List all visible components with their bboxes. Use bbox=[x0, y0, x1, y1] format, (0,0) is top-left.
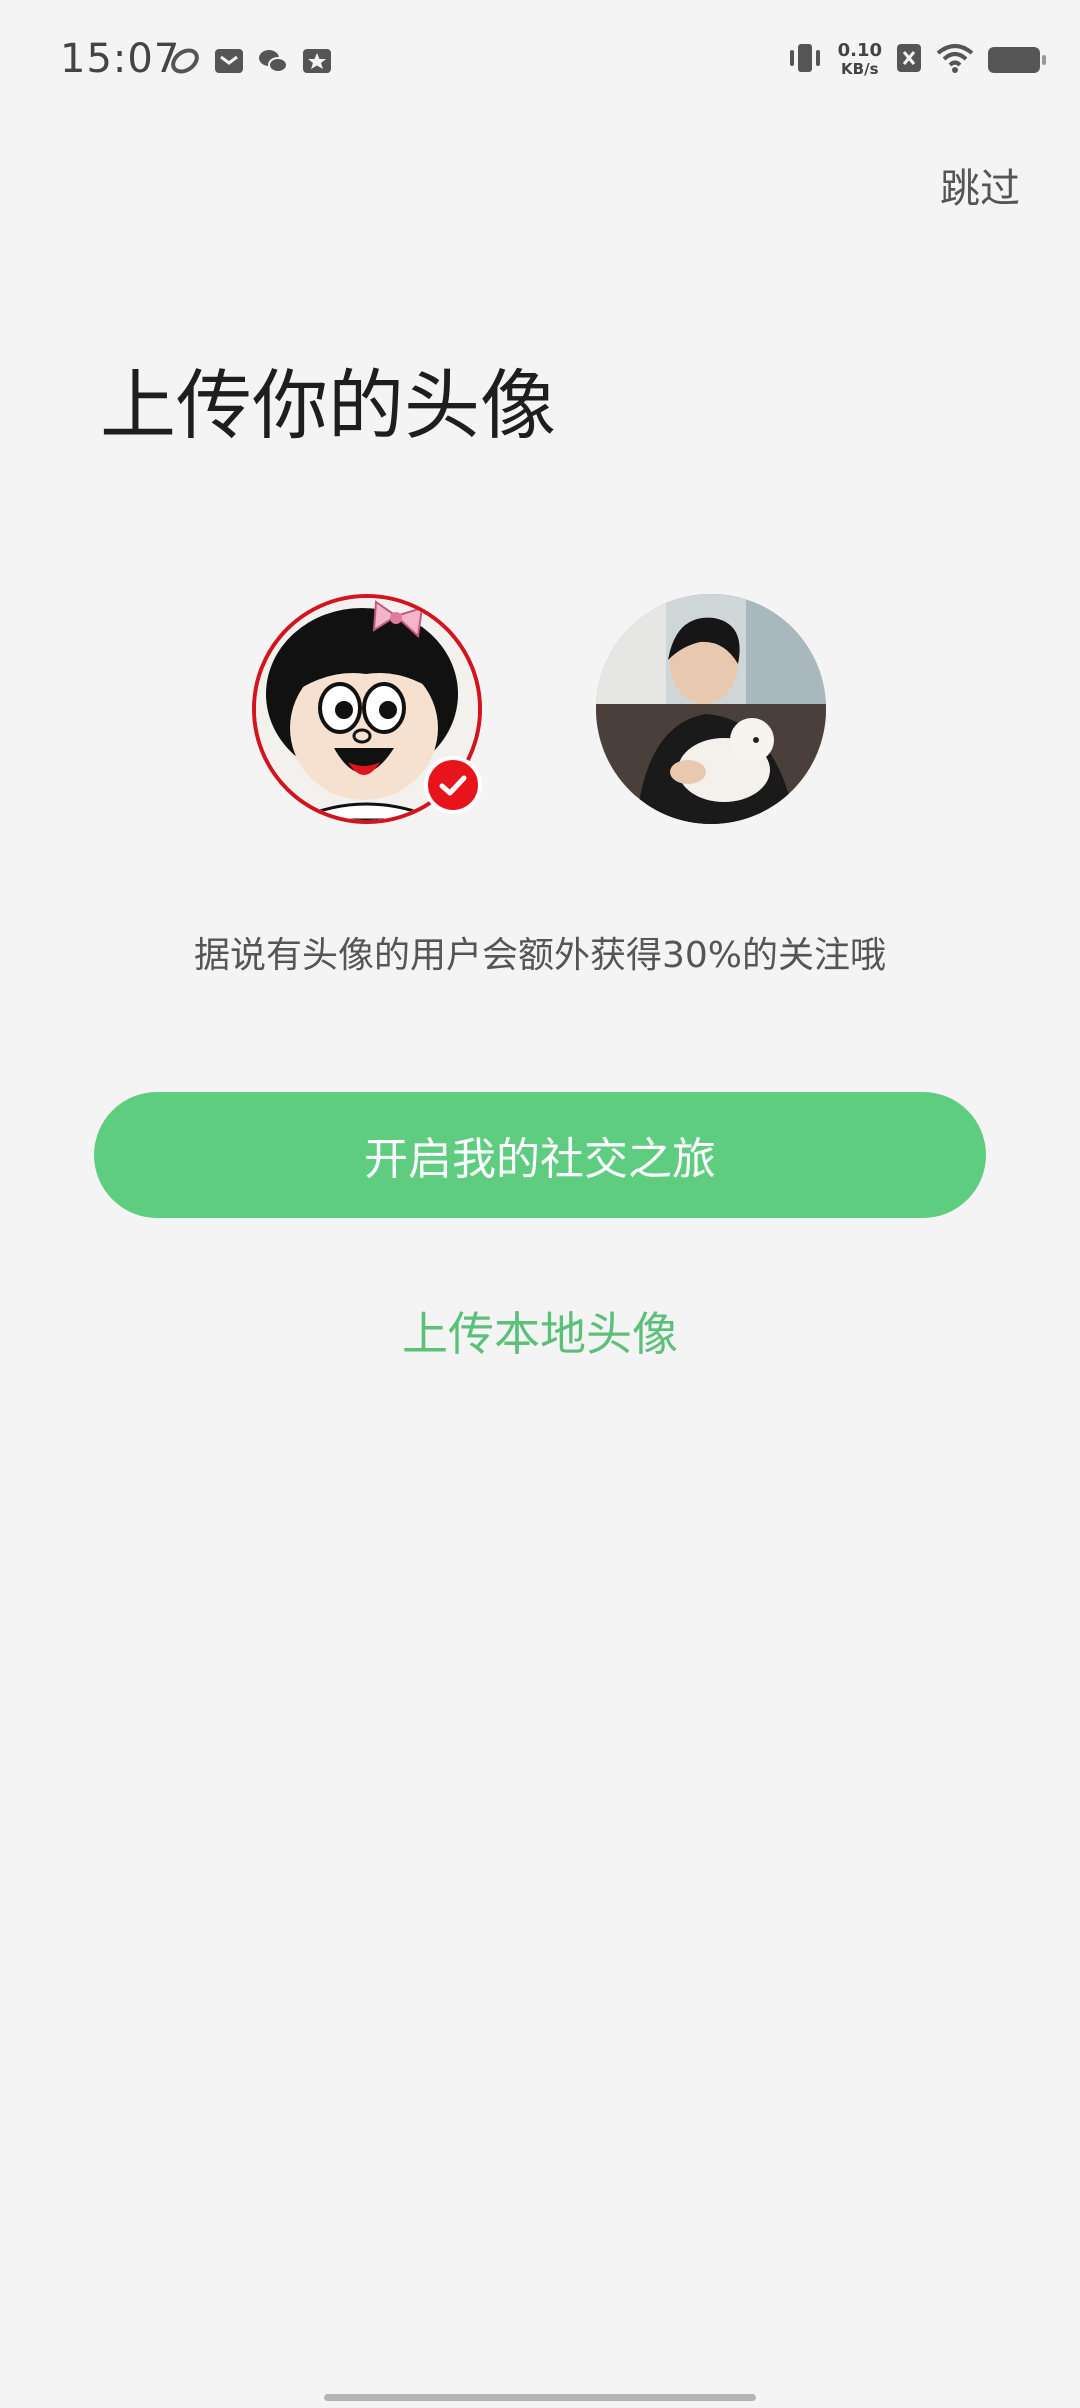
vibrate-icon bbox=[786, 42, 824, 78]
status-bar: 15:07 0.10 KB/s bbox=[0, 0, 1080, 130]
mail-icon bbox=[214, 46, 244, 76]
notification-icons bbox=[170, 46, 332, 76]
status-right: 0.10 KB/s bbox=[786, 40, 1046, 79]
net-speed-value: 0.10 bbox=[837, 40, 882, 61]
skip-button[interactable]: 跳过 bbox=[940, 156, 1020, 214]
start-social-journey-button[interactable]: 开启我的社交之旅 bbox=[94, 1092, 986, 1218]
home-indicator[interactable] bbox=[324, 2394, 756, 2401]
star-icon bbox=[302, 46, 332, 76]
app-icon bbox=[170, 46, 200, 76]
net-speed-unit: KB/s bbox=[841, 60, 879, 78]
selected-check-icon bbox=[424, 756, 482, 814]
sim-off-icon bbox=[896, 43, 922, 77]
status-time: 15:07 bbox=[60, 36, 181, 82]
upload-avatar-screen: 15:07 0.10 KB/s 跳过 上传你的头像 据说有头像的用户会额外获得3… bbox=[0, 0, 1080, 2408]
page-title: 上传你的头像 bbox=[100, 361, 556, 450]
wechat-icon bbox=[258, 46, 288, 76]
net-speed: 0.10 KB/s bbox=[837, 40, 882, 79]
wifi-icon bbox=[936, 43, 974, 77]
hint-text: 据说有头像的用户会额外获得30%的关注哦 bbox=[193, 935, 887, 976]
upload-local-avatar-link[interactable]: 上传本地头像 bbox=[0, 1298, 1080, 1364]
avatar-photo[interactable] bbox=[596, 594, 826, 824]
battery-icon bbox=[988, 47, 1046, 73]
